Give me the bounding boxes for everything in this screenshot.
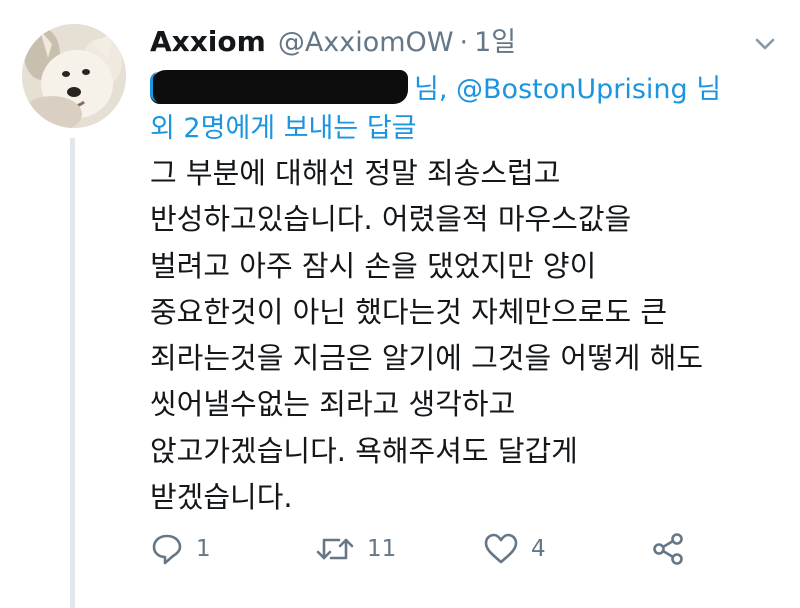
like-count: 4 xyxy=(531,536,546,562)
tweet-text-line: 그 부분에 대해선 정말 죄송스럽고 xyxy=(150,156,561,190)
mention-link[interactable]: @BostonUprising xyxy=(456,74,688,105)
share-icon xyxy=(653,533,683,565)
replying-to-label: 에게 보내는 답글 xyxy=(225,113,417,144)
tweet-text-line: 씻어낼수없는 죄라고 생각하고 xyxy=(150,387,516,422)
tweet-text-line: 받겠습니다. xyxy=(150,480,293,515)
others-link[interactable]: 외 2명 xyxy=(150,113,225,144)
tweet-timestamp[interactable]: 1일 xyxy=(474,20,516,59)
tweet-text-line: 앉고가겠습니다. 욕해주셔도 달갑게 xyxy=(150,433,578,468)
tweet-text-line: 반성하고있습니다. 어렸을적 마우스값을 xyxy=(150,202,632,237)
like-button[interactable]: 4 xyxy=(483,532,546,566)
retweet-icon xyxy=(316,538,354,560)
chevron-down-icon[interactable] xyxy=(754,33,776,55)
replying-to-line: 님, @BostonUprising 님 외 2명에게 보내는 답글 xyxy=(150,70,780,148)
header-separator: · xyxy=(459,27,469,58)
redacted-mention-suffix: 님, xyxy=(414,74,448,105)
author-name[interactable]: Axxiom xyxy=(150,25,266,58)
avatar[interactable] xyxy=(22,24,126,128)
like-icon xyxy=(484,533,518,564)
redacted-mention xyxy=(150,70,408,104)
tweet-actions: 1 11 4 xyxy=(150,532,750,572)
thread-line xyxy=(70,138,75,608)
mention-suffix: 님 xyxy=(696,74,722,105)
avatar-dog-image xyxy=(22,24,126,128)
tweet-text-line: 중요한것이 아닌 했다는것 자체만으로도 큰 xyxy=(150,294,668,329)
tweet-text-line: 벌려고 아주 잠시 손을 댔었지만 양이 xyxy=(150,248,597,283)
author-handle[interactable]: @AxxiomOW xyxy=(278,27,454,58)
share-button[interactable] xyxy=(650,532,686,566)
tweet-header: Axxiom @AxxiomOW · 1일 xyxy=(150,20,516,64)
reply-count: 1 xyxy=(196,536,211,562)
retweet-button[interactable]: 11 xyxy=(315,532,396,566)
tweet-text: 그 부분에 대해선 정말 죄송스럽고 반성하고있습니다. 어렸을적 마우스값을 … xyxy=(150,150,780,520)
tweet-text-line: 죄라는것을 지금은 알기에 그것을 어떻게 해도 xyxy=(150,341,704,376)
reply-icon xyxy=(152,534,182,565)
reply-button[interactable]: 1 xyxy=(150,532,211,566)
retweet-count: 11 xyxy=(367,536,397,562)
